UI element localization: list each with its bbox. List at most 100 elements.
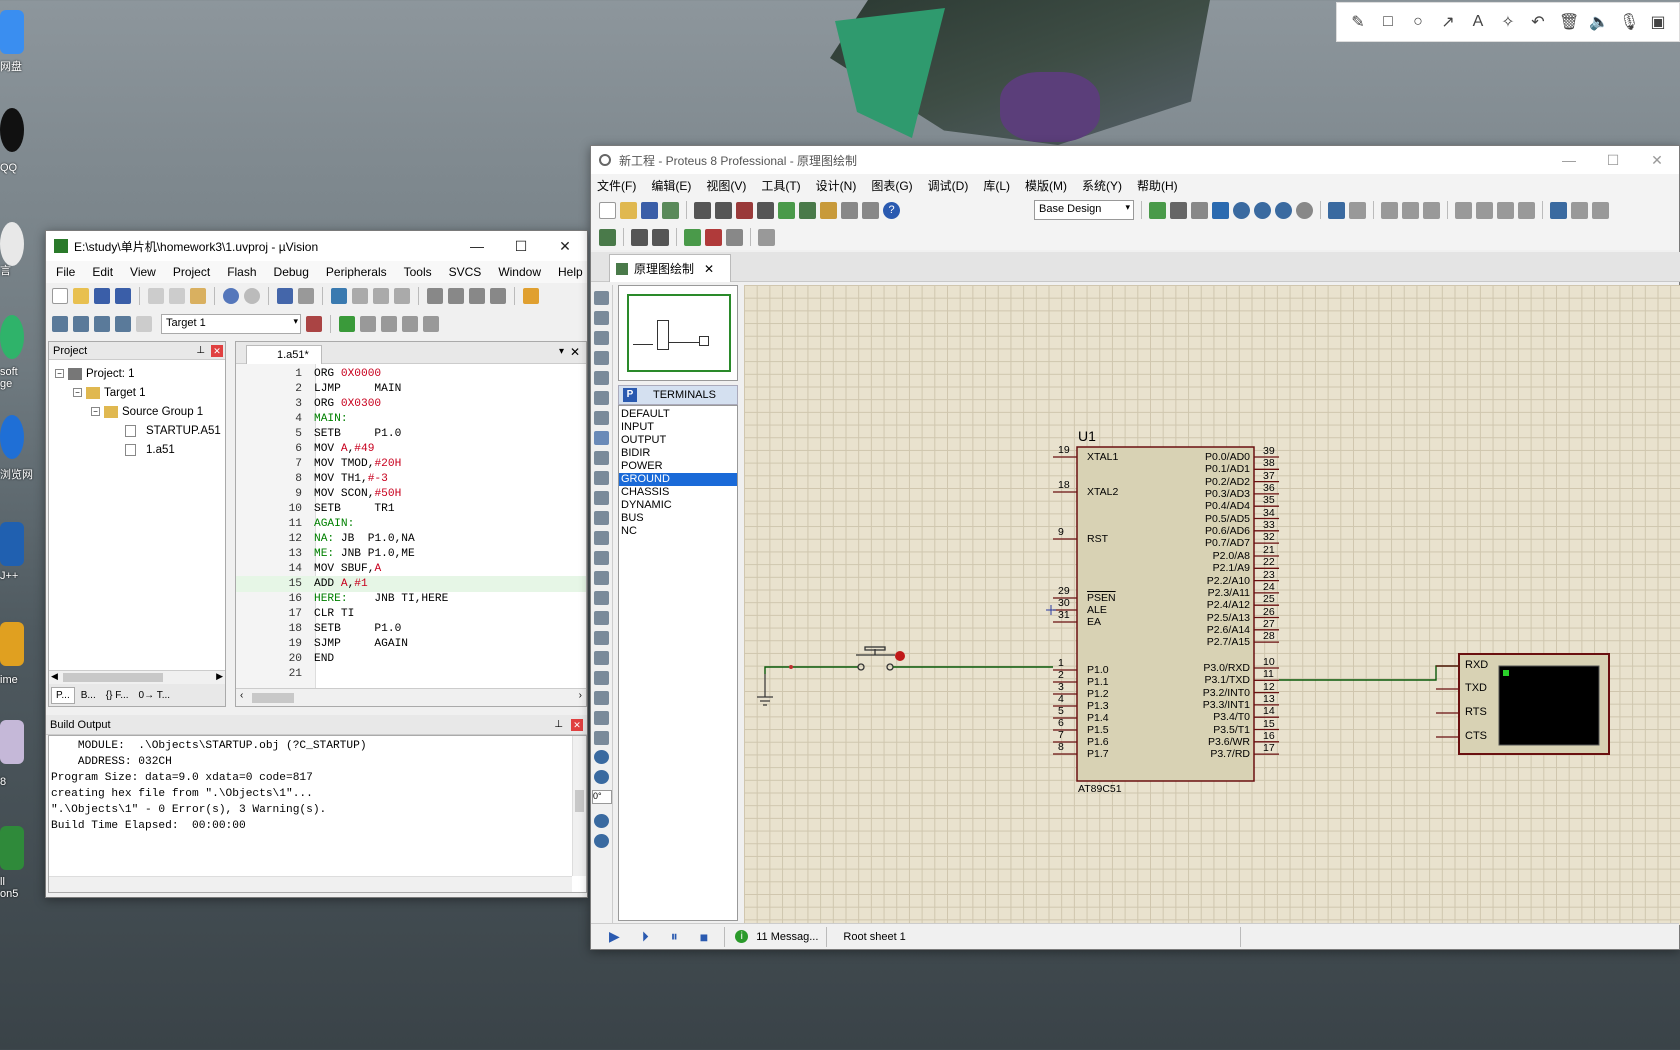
copy-icon[interactable] (1402, 201, 1419, 219)
arc-icon[interactable] (594, 651, 609, 665)
code-line[interactable]: 4 MAIN: (236, 411, 586, 427)
arrow-icon[interactable]: ↗ (1439, 12, 1457, 32)
scroll-thumb[interactable] (252, 693, 294, 703)
circle-icon[interactable]: ○ (1409, 13, 1427, 31)
junction-dot-icon[interactable] (594, 331, 609, 345)
close-tab-icon[interactable]: ✕ (570, 345, 580, 359)
code-line[interactable]: 15 ADD A,#1 (236, 576, 586, 592)
bookmark-clear-icon[interactable] (394, 288, 410, 304)
selection-mode-icon[interactable] (594, 291, 609, 305)
code-line[interactable]: 11 AGAIN: (236, 516, 586, 532)
pcb-icon[interactable] (736, 201, 753, 219)
new-file-icon[interactable] (52, 288, 68, 304)
buses-icon[interactable] (594, 391, 609, 405)
menu-tools[interactable]: 工具(T) (761, 177, 800, 194)
close-tab-icon[interactable]: ✕ (704, 262, 714, 276)
rotate-cw-icon[interactable] (594, 750, 609, 764)
collapse-icon[interactable]: − (55, 369, 64, 378)
unindent-icon[interactable] (448, 288, 464, 304)
menu-library[interactable]: 库(L) (983, 177, 1010, 194)
overview-window[interactable] (618, 285, 738, 381)
trash-icon[interactable]: 🗑 (1559, 12, 1579, 32)
code-line[interactable]: 7 MOV TMOD,#20H (236, 456, 586, 472)
search-tag-icon[interactable] (631, 228, 648, 246)
block-copy-icon[interactable] (1455, 201, 1472, 219)
desktop-icon-netdisk[interactable] (0, 10, 24, 54)
schematic-mode-icon[interactable] (599, 228, 616, 246)
terminal-item[interactable]: OUTPUT (619, 434, 737, 447)
rotate-ccw-icon[interactable] (594, 770, 609, 784)
schematic-canvas[interactable]: U1 AT89C51 19 XTAL1 18 XTAL2 9 RST 29 PSEN 30 ALE… (744, 285, 1680, 925)
camera-icon[interactable]: ▣ (1649, 12, 1667, 32)
save-all-icon[interactable] (115, 288, 131, 304)
code-line[interactable]: 8 MOV TH1,#-3 (236, 471, 586, 487)
code-line[interactable]: 13 ME: JNB P1.0,ME (236, 546, 586, 562)
path-icon[interactable] (594, 671, 609, 685)
save-icon[interactable] (641, 201, 658, 219)
tab-schematic[interactable]: 原理图绘制 ✕ (609, 254, 731, 282)
desktop-icon-qq[interactable] (0, 108, 24, 152)
terminal-item[interactable]: GROUND (619, 473, 737, 486)
tree-item-target[interactable]: − Target 1 (73, 383, 146, 402)
menu-tools[interactable]: Tools (404, 265, 432, 279)
terminal-item[interactable]: POWER (619, 460, 737, 473)
code-line[interactable]: 9 MOV SCON,#50H (236, 486, 586, 502)
target-select[interactable]: Target 1 ▾ (161, 314, 301, 334)
subcircuit-icon[interactable] (594, 411, 609, 425)
minimize-button[interactable]: — (1547, 152, 1591, 168)
cut-icon[interactable] (1381, 201, 1398, 219)
code-line[interactable]: 3 ORG 0X0300 (236, 396, 586, 412)
menu-window[interactable]: Window (498, 265, 541, 279)
desktop-icon-image[interactable] (0, 720, 24, 764)
block-delete-icon[interactable] (1518, 201, 1535, 219)
scroll-thumb[interactable] (63, 673, 163, 682)
pick-icon[interactable]: P (623, 388, 637, 402)
tab-books[interactable]: B... (77, 688, 100, 703)
build-hscroll[interactable] (49, 876, 572, 892)
text-script-icon[interactable] (594, 371, 609, 385)
messages-status[interactable]: 11 Messag... (756, 931, 818, 943)
code-line[interactable]: 1 ORG 0X0000 (236, 366, 586, 382)
redo-icon[interactable] (1349, 201, 1366, 219)
undo-icon[interactable]: ↶ (1529, 12, 1547, 32)
menu-edit[interactable]: 编辑(E) (651, 177, 691, 194)
wire-label-icon[interactable] (594, 351, 609, 365)
package-tool-icon[interactable] (1592, 201, 1609, 219)
make-device-icon[interactable] (1571, 201, 1588, 219)
menu-view[interactable]: 视图(V) (706, 177, 746, 194)
code-line[interactable]: 6 MOV A,#49 (236, 441, 586, 457)
terminal-item[interactable]: NC (619, 525, 737, 538)
editor-tab[interactable]: 1.a51* (246, 345, 322, 364)
save-icon[interactable] (94, 288, 110, 304)
menu-system[interactable]: 系统(Y) (1082, 177, 1122, 194)
terminal-item[interactable]: BUS (619, 512, 737, 525)
marker-icon[interactable] (594, 731, 609, 745)
bookmark-next-icon[interactable] (373, 288, 389, 304)
tree-item-project[interactable]: − Project: 1 (55, 364, 135, 383)
pick-device-icon[interactable] (1550, 201, 1567, 219)
maximize-button[interactable]: ☐ (1591, 152, 1635, 169)
grid-icon[interactable] (1170, 201, 1187, 219)
virtual-instruments-icon[interactable] (594, 571, 609, 585)
desktop-icon-app[interactable] (0, 622, 24, 666)
zoom-area-icon[interactable] (1296, 201, 1313, 219)
menu-debug[interactable]: Debug (274, 265, 309, 279)
speaker-icon[interactable]: 🔈 (1589, 12, 1609, 32)
generator-icon[interactable] (594, 511, 609, 525)
build-icon[interactable] (73, 316, 89, 332)
terminal-item[interactable]: CHASSIS (619, 486, 737, 499)
pack-installer-icon[interactable] (360, 316, 376, 332)
voltage-probe-icon[interactable] (594, 531, 609, 545)
translate-icon[interactable] (52, 316, 68, 332)
code-line[interactable]: 5 SETB P1.0 (236, 426, 586, 442)
tab-project[interactable]: P... (51, 686, 75, 704)
maximize-button[interactable]: ☐ (499, 238, 543, 255)
scroll-thumb[interactable] (575, 790, 584, 812)
code-line[interactable]: 16 HERE: JNB TI,HERE (236, 591, 586, 607)
select-software-icon[interactable] (381, 316, 397, 332)
electrical-rules-icon[interactable] (758, 228, 775, 246)
menu-edit[interactable]: Edit (92, 265, 113, 279)
schematic-icon[interactable] (715, 201, 732, 219)
exit-to-parent-icon[interactable] (726, 228, 743, 246)
step-icon[interactable]: ⏵ (642, 928, 649, 945)
